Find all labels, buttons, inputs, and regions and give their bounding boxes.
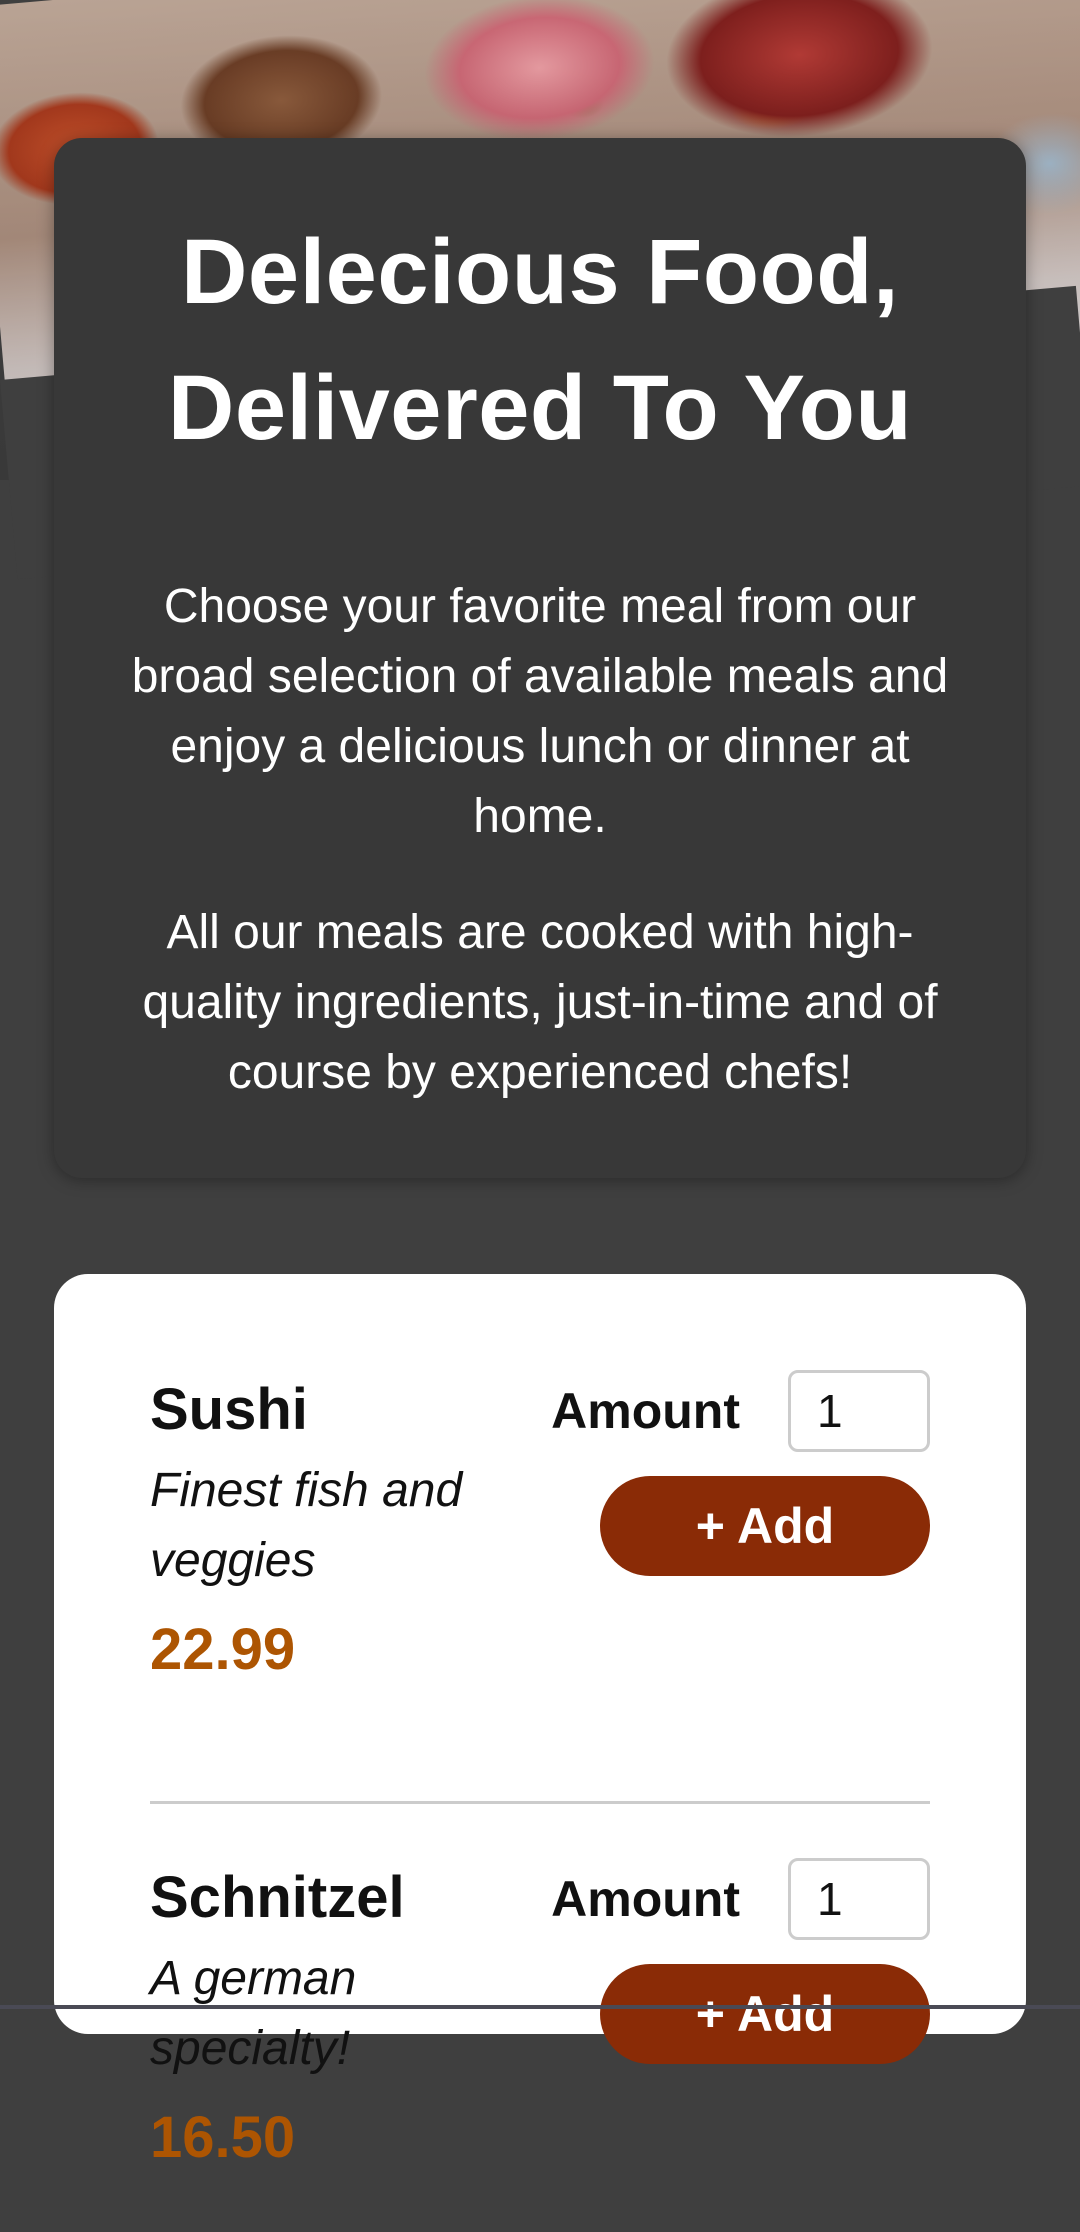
meal-price: 22.99 — [150, 1617, 296, 1682]
summary-paragraph-1: Choose your favorite meal from our broad… — [131, 580, 949, 843]
amount-input[interactable] — [788, 1370, 930, 1452]
amount-label: Amount — [551, 1383, 740, 1439]
meal-description: Finest fish and veggies — [150, 1464, 463, 1587]
summary-card: Delecious Food, Delivered To You Choose … — [54, 138, 1026, 1178]
amount-row: Amount — [550, 1858, 930, 1940]
available-meals-card: Sushi Finest fish and veggies 22.99 Amou… — [54, 1274, 1026, 2170]
meal-item-sushi: Sushi Finest fish and veggies 22.99 Amou… — [150, 1370, 930, 1801]
summary-title-line1: Delecious Food, — [180, 221, 900, 323]
amount-row: Amount — [550, 1370, 930, 1452]
meal-item-schnitzel: Schnitzel A german specialty! 16.50 Amou… — [150, 1801, 930, 2232]
meal-name: Sushi — [150, 1377, 308, 1442]
amount-label: Amount — [551, 1871, 740, 1927]
bottom-edge — [0, 2005, 1080, 2009]
add-to-cart-button[interactable]: + Add — [600, 1964, 930, 2064]
meal-name: Schnitzel — [150, 1865, 405, 1930]
meal-form: Amount + Add — [550, 1858, 930, 2064]
meal-form: Amount + Add — [550, 1370, 930, 1576]
summary-title-line2: Delivered To You — [167, 357, 913, 459]
meal-price: 16.50 — [150, 2105, 296, 2170]
add-to-cart-button[interactable]: + Add — [600, 1476, 930, 1576]
summary-paragraph-2: All our meals are cooked with high-quali… — [142, 906, 938, 1099]
meal-description: A german specialty! — [150, 1952, 357, 2075]
summary-title: Delecious Food, Delivered To You — [110, 204, 970, 476]
meal-info: Sushi Finest fish and veggies 22.99 — [150, 1370, 550, 1690]
amount-input[interactable] — [788, 1858, 930, 1940]
meal-info: Schnitzel A german specialty! 16.50 — [150, 1858, 550, 2178]
